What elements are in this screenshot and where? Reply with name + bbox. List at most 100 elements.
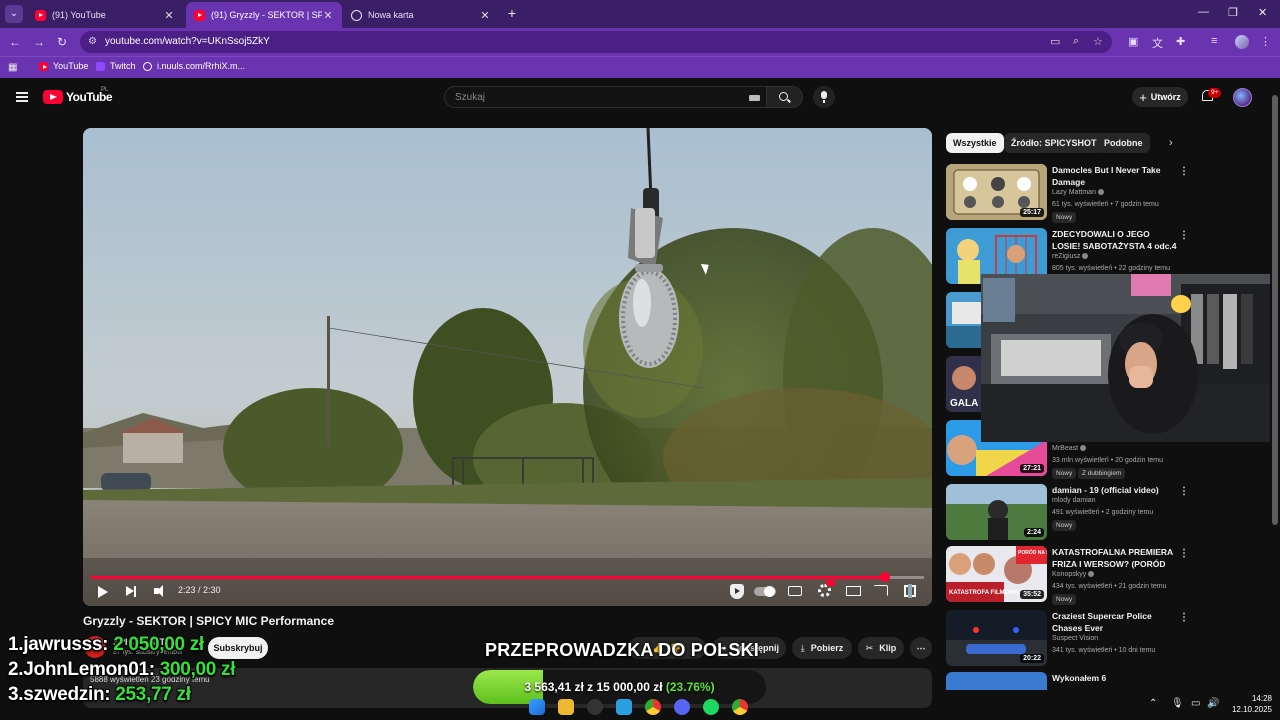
chip-all[interactable]: Wszystkie (946, 133, 1004, 153)
translate-extension-icon[interactable]: 文 (1152, 35, 1163, 51)
more-options-icon[interactable]: ⋮ (1179, 230, 1189, 241)
system-clock[interactable]: 14:28 12.10.2025 (1222, 693, 1272, 715)
browser-profile-avatar[interactable] (1235, 35, 1249, 49)
video-thumbnail[interactable]: 25:17 (946, 164, 1047, 220)
more-options-icon[interactable]: ⋮ (1179, 548, 1189, 559)
video-title[interactable]: ZDECYDOWALI O JEGO LOSIE! SABOTAŻYSTA 4 … (1052, 228, 1177, 252)
clip-button[interactable]: ✂ Klip (858, 637, 904, 659)
tray-chevron-icon[interactable]: ⌃ (1149, 698, 1157, 709)
channel-name[interactable]: Lazy Mattman (1052, 189, 1104, 196)
tab-new-tab[interactable]: Nowa karta ✕ (343, 2, 499, 28)
account-avatar[interactable] (1233, 88, 1252, 107)
spotify-icon[interactable] (703, 699, 719, 715)
obs-icon[interactable] (587, 699, 603, 715)
file-explorer-icon[interactable] (558, 699, 574, 715)
recommendation-item[interactable]: Wykonałem 6 (946, 672, 1196, 690)
site-info-icon[interactable]: ⚙ (88, 36, 97, 47)
channel-name[interactable]: MrBeast (1052, 445, 1087, 452)
next-video-icon[interactable] (126, 585, 136, 597)
more-options-icon[interactable]: ⋮ (1179, 486, 1189, 497)
channel-name[interactable]: reZigiusz (1052, 253, 1089, 260)
telegram-icon[interactable] (616, 699, 632, 715)
microphone-icon[interactable]: 🎙 (1171, 698, 1184, 709)
more-options-icon[interactable]: ⋮ (1179, 612, 1189, 623)
forward-button[interactable]: → (33, 35, 45, 49)
search-input[interactable]: Szukaj (444, 86, 767, 108)
voice-search-button[interactable] (813, 86, 835, 108)
video-title[interactable]: Wykonałem 6 (1052, 672, 1177, 684)
close-tab-icon[interactable]: ✕ (322, 9, 334, 22)
bookmark-twitch[interactable]: Twitch (96, 61, 136, 71)
fullscreen-icon[interactable] (904, 584, 916, 598)
tab-search-button[interactable]: ⌄ (5, 5, 23, 23)
cast-icon[interactable] (874, 585, 888, 596)
back-button[interactable]: ← (9, 35, 21, 49)
channel-name[interactable]: mlody damian (1052, 497, 1096, 504)
extension-icon[interactable]: ▣ (1128, 35, 1138, 48)
new-tab-button[interactable]: + (505, 6, 519, 20)
keyboard-icon[interactable] (749, 95, 760, 101)
donor-name: szwedzin: (23, 684, 111, 705)
install-app-icon[interactable]: ▭ (1050, 35, 1060, 48)
browser-menu-icon[interactable]: ⋮ (1260, 35, 1271, 48)
close-window-button[interactable]: ✕ (1258, 6, 1267, 19)
reload-button[interactable]: ↻ (57, 35, 67, 49)
discord-icon[interactable] (674, 699, 690, 715)
minimize-button[interactable]: — (1198, 6, 1209, 18)
volume-icon[interactable] (154, 585, 163, 597)
autoplay-toggle[interactable] (754, 586, 776, 597)
channel-name[interactable]: Konopskyy (1052, 571, 1095, 578)
video-title[interactable]: Damocles But I Never Take Damage (1052, 164, 1177, 188)
search-placeholder: Szukaj (455, 92, 486, 103)
donation-leaderboard: 1.jawrusss: 2 050,00 zł 2.JohnLemon01: 3… (8, 634, 236, 709)
video-thumbnail[interactable]: 20:22 (946, 610, 1047, 666)
restore-button[interactable]: ❐ (1228, 6, 1238, 19)
download-button[interactable]: ⤓ Pobierz (792, 637, 852, 659)
recommendation-item[interactable]: 20:22 Craziest Supercar Police Chases Ev… (946, 610, 1196, 670)
recommendation-item[interactable]: 25:17 Damocles But I Never Take Damage L… (946, 164, 1196, 224)
chrome-icon[interactable] (732, 699, 748, 715)
bookmark-youtube[interactable]: YouTube (39, 61, 88, 71)
guide-menu-icon[interactable] (16, 92, 28, 102)
more-options-icon[interactable]: ⋮ (1179, 166, 1189, 177)
theater-mode-icon[interactable] (846, 586, 861, 596)
video-thumbnail[interactable]: PORÓD NA STREAMIE KATASTROFA FILMOWA? 35… (946, 546, 1047, 602)
reading-list-icon[interactable]: ≡ (1211, 35, 1217, 47)
apps-grid-icon[interactable]: ▦ (8, 62, 17, 73)
puzzle-extensions-icon[interactable]: ✚ (1176, 35, 1185, 48)
video-title[interactable]: KATASTROFALNA PREMIERA FRIZA I WERSOW? (… (1052, 546, 1177, 570)
recommendation-item[interactable]: PORÓD NA STREAMIE KATASTROFA FILMOWA? 35… (946, 546, 1196, 606)
search-button[interactable] (767, 86, 803, 108)
video-thumbnail[interactable]: 2:24 (946, 484, 1047, 540)
video-thumbnail[interactable] (946, 672, 1047, 690)
more-actions-button[interactable]: ⋯ (910, 637, 932, 659)
play-button-icon[interactable] (98, 586, 108, 598)
subtitles-icon[interactable] (788, 586, 802, 596)
youtube-logo[interactable]: YouTube PL (43, 87, 113, 104)
channel-name[interactable]: Suspect Vision (1052, 635, 1098, 642)
chevron-right-icon[interactable]: › (1169, 137, 1173, 149)
chrome-icon[interactable] (645, 699, 661, 715)
ad-shield-icon[interactable] (730, 584, 744, 599)
speaker-icon[interactable]: 🔊 (1207, 698, 1219, 709)
tab-current-video[interactable]: (91) Gryzzly - SEKTOR | SPICY MIC ✕ (186, 2, 342, 28)
chip-related[interactable]: Podobne (1097, 133, 1150, 153)
windows-start-icon[interactable] (529, 699, 545, 715)
network-icon[interactable]: ▭ (1191, 698, 1200, 709)
video-title[interactable]: damian - 19 (official video) (1052, 484, 1177, 496)
video-title[interactable]: Craziest Supercar Police Chases Ever (1052, 610, 1177, 634)
bookmark-star-icon[interactable]: ☆ (1093, 35, 1103, 48)
close-tab-icon[interactable]: ✕ (163, 9, 175, 22)
tab-youtube-home[interactable]: (91) YouTube ✕ (27, 2, 183, 28)
chip-from-channel[interactable]: Źródło: SPICYSHOT (1004, 133, 1104, 153)
progress-bar[interactable] (91, 572, 924, 582)
scrollbar-thumb[interactable] (1272, 95, 1278, 525)
video-player[interactable]: 2:23 / 2:30 (83, 128, 932, 606)
recommendation-item[interactable]: 2:24 damian - 19 (official video) mlody … (946, 484, 1196, 544)
address-bar[interactable]: ⚙ youtube.com/watch?v=UKnSsoj5ZkY ▭ ⌕ ☆ (80, 31, 1112, 53)
scrubber-handle[interactable] (879, 572, 890, 582)
create-button[interactable]: + Utwórz (1132, 87, 1188, 107)
zoom-icon[interactable]: ⌕ (1073, 35, 1079, 48)
bookmark-nuuls[interactable]: i.nuuls.com/RrhiX.m... (143, 61, 245, 71)
close-tab-icon[interactable]: ✕ (479, 9, 491, 22)
